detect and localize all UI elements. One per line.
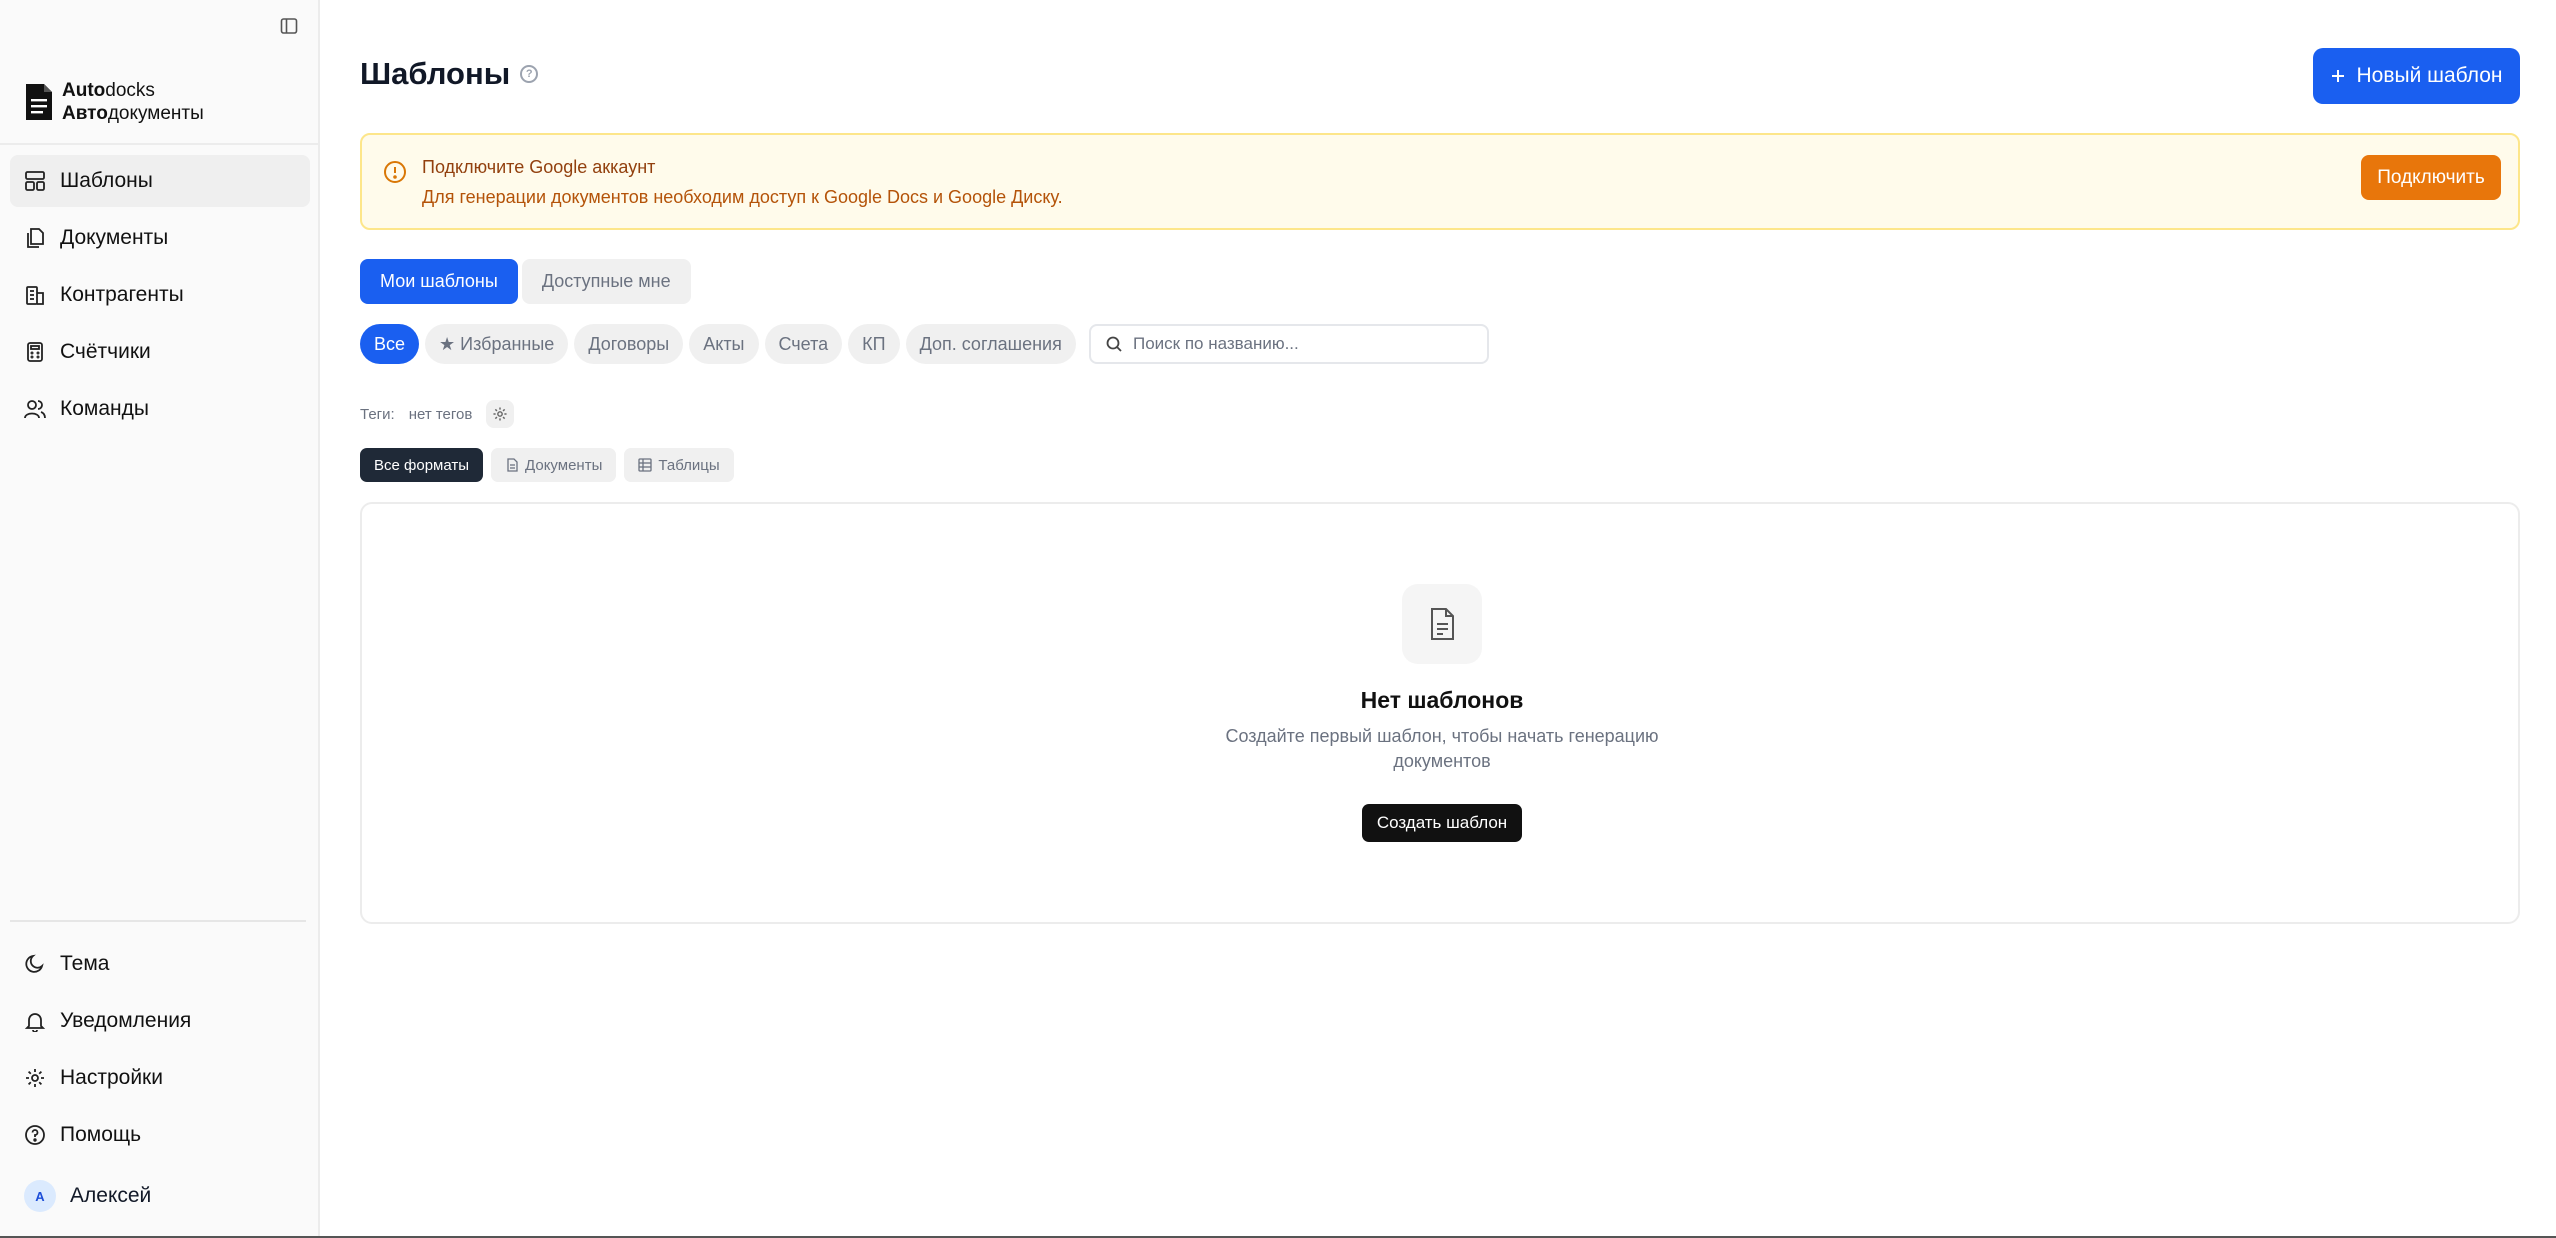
document-logo-icon [26, 84, 52, 120]
brand-line1-bold: Auto [62, 80, 106, 101]
sidebar-divider [0, 143, 318, 145]
sidebar-item-label: Контрагенты [60, 283, 184, 306]
sidebar-item-templates[interactable]: Шаблоны [10, 155, 310, 207]
filter-invoices[interactable]: Счета [764, 324, 843, 364]
help-icon [25, 1125, 45, 1145]
user-profile[interactable]: А Алексей [24, 1180, 151, 1212]
format-tables[interactable]: Таблицы [624, 448, 734, 482]
building-icon [26, 286, 44, 305]
format-label: Таблицы [658, 456, 720, 474]
users-icon [24, 400, 46, 419]
format-filters: Все форматы Документы Таблицы [360, 448, 734, 482]
tags-settings-button[interactable] [486, 400, 515, 428]
filter-contracts[interactable]: Договоры [574, 324, 684, 364]
filter-acts[interactable]: Акты [689, 324, 759, 364]
tags-label: Теги: [360, 405, 395, 423]
question-icon[interactable]: ? [520, 65, 539, 83]
create-template-button[interactable]: Создать шаблон [1362, 804, 1522, 842]
tab-my-templates[interactable]: Мои шаблоны [360, 259, 518, 304]
sidebar-item-notifications[interactable]: Уведомления [10, 995, 310, 1047]
new-template-button[interactable]: Новый шаблон [2313, 48, 2520, 104]
empty-state: Нет шаблонов Создайте первый шаблон, что… [360, 502, 2520, 924]
search-box [1089, 324, 1489, 364]
sidebar-item-theme[interactable]: Тема [10, 938, 310, 990]
format-all[interactable]: Все форматы [360, 448, 484, 482]
brand-line1-rest: docks [105, 80, 155, 101]
search-input[interactable] [1133, 334, 1473, 354]
sidebar-divider-bottom [10, 920, 306, 922]
sidebar-item-label: Помощь [60, 1123, 142, 1146]
sidebar-item-settings[interactable]: Настройки [10, 1052, 310, 1104]
moon-icon [25, 954, 44, 973]
filter-supplementary[interactable]: Доп. соглашения [905, 324, 1076, 364]
tab-shared-with-me[interactable]: Доступные мне [521, 259, 691, 304]
sidebar-item-teams[interactable]: Команды [10, 383, 310, 435]
brand-line2-bold: Авто [62, 103, 108, 124]
sidebar-item-label: Счётчики [60, 340, 151, 363]
format-label: Все форматы [374, 456, 470, 474]
alert-circle-icon [384, 161, 406, 183]
sidebar-item-label: Команды [60, 397, 149, 420]
sidebar-bottom-nav: Тема Уведомления Настройки Помощь [10, 938, 310, 1166]
templates-icon [25, 171, 45, 191]
format-documents[interactable]: Документы [491, 448, 617, 482]
bell-icon [24, 1013, 46, 1032]
page-title-wrap: Шаблоны ? [360, 56, 539, 92]
connect-button[interactable]: Подключить [2361, 155, 2501, 200]
user-name: Алексей [70, 1184, 152, 1207]
brand-line2-rest: документы [107, 103, 204, 124]
calculator-icon [27, 342, 43, 362]
alert-text: Для генерации документов необходим досту… [422, 187, 1063, 207]
gear-icon [493, 407, 507, 421]
filter-all[interactable]: Все [360, 324, 420, 364]
template-tabs: Мои шаблоны Доступные мне [360, 259, 691, 304]
file-text-icon [1431, 608, 1454, 640]
sidebar-item-label: Тема [60, 952, 110, 975]
format-label: Документы [525, 456, 603, 474]
brand-logo[interactable]: Autodocks Автодокументы [24, 78, 204, 126]
sidebar-item-label: Настройки [60, 1066, 163, 1089]
sidebar: Autodocks Автодокументы Шаблоны Документ… [0, 0, 320, 1236]
sidebar-item-counters[interactable]: Счётчики [10, 326, 310, 378]
alert-title: Подключите Google аккаунт [422, 157, 656, 177]
sidebar-item-label: Документы [60, 226, 169, 249]
sidebar-item-label: Шаблоны [60, 169, 153, 192]
sidebar-item-documents[interactable]: Документы [10, 212, 310, 264]
plus-icon [2332, 70, 2345, 82]
table-icon [638, 458, 653, 472]
sidebar-toggle-icon[interactable] [277, 14, 301, 38]
avatar: А [24, 1180, 56, 1212]
empty-state-icon-box [1402, 584, 1482, 664]
sidebar-item-counterparties[interactable]: Контрагенты [10, 269, 310, 321]
sidebar-nav: Шаблоны Документы Контрагенты Счётчики К… [10, 155, 310, 440]
category-filters: Все ★ Избранные Договоры Акты Счета КП Д… [360, 324, 1076, 364]
filter-favorites[interactable]: ★ Избранные [425, 324, 569, 364]
new-template-label: Новый шаблон [2356, 64, 2503, 87]
page-title: Шаблоны [360, 56, 511, 91]
gear-icon [26, 1069, 44, 1087]
sidebar-item-label: Уведомления [60, 1009, 192, 1032]
tags-row: Теги: нет тегов [360, 400, 515, 428]
empty-state-text: Создайте первый шаблон, чтобы начать ген… [1225, 726, 1659, 771]
google-connect-alert: Подключите Google аккаунт Для генерации … [360, 133, 2520, 230]
tags-value: нет тегов [408, 405, 473, 423]
file-icon [507, 458, 518, 472]
search-icon [1106, 336, 1122, 352]
filter-proposals[interactable]: КП [848, 324, 900, 364]
empty-state-title: Нет шаблонов [1360, 687, 1524, 713]
documents-icon [27, 228, 44, 248]
sidebar-item-help[interactable]: Помощь [10, 1109, 310, 1161]
